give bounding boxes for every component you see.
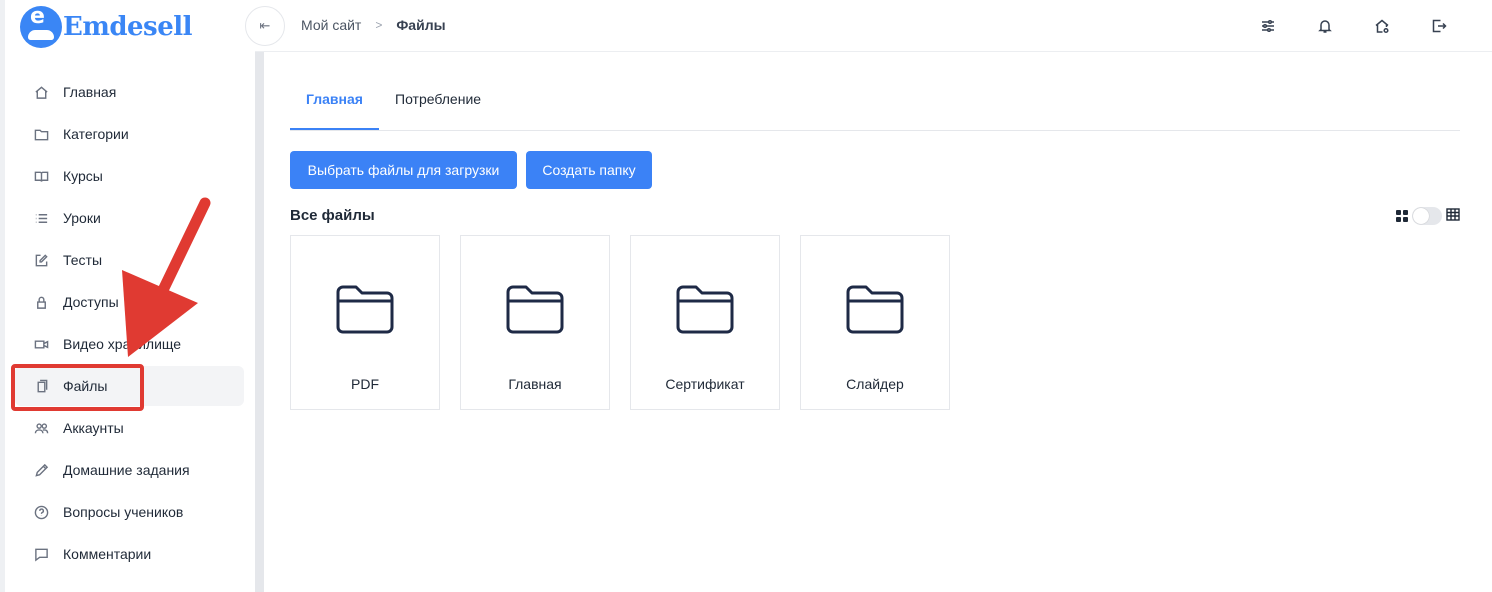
sidebar-item-label: Тесты [63,252,103,268]
bell-icon[interactable] [1315,16,1335,36]
folder-card[interactable]: Главная [460,235,610,410]
folder-name: Слайдер [846,376,904,392]
list-icon [33,210,49,226]
home-icon [33,84,49,100]
folder-card[interactable]: Слайдер [800,235,950,410]
folder-icon [845,283,905,335]
tab-main[interactable]: Главная [306,91,363,107]
grid-view-icon[interactable] [1396,209,1408,222]
view-switch[interactable] [1412,206,1442,225]
edit-icon [33,252,49,268]
section-title: Все файлы [290,207,375,224]
create-folder-button[interactable]: Создать папку [526,151,652,189]
lock-icon [33,294,49,310]
sidebar-item-label: Категории [63,126,129,142]
sidebar-item-label: Главная [63,84,117,100]
folder-name: PDF [351,376,379,392]
active-tab-indicator [290,128,379,130]
pencil-icon [33,462,49,478]
sidebar-item-home[interactable]: Главная [15,72,244,112]
folder-icon [33,126,49,142]
folder-card[interactable]: PDF [290,235,440,410]
folder-icon [335,283,395,335]
brand-logo[interactable]: e Emdesell [20,4,192,48]
sidebar-scrollbar[interactable] [255,52,264,592]
sidebar-item-label: Уроки [63,210,101,226]
collapse-left-icon: ⇤ [259,18,271,34]
home-settings-icon[interactable] [1372,16,1392,36]
view-toggle [1396,206,1460,225]
sliders-icon[interactable] [1258,16,1278,36]
sidebar-item-homework[interactable]: Домашние задания [15,450,244,490]
sidebar-item-courses[interactable]: Курсы [15,156,244,196]
sidebar-item-comments[interactable]: Комментарии [15,534,244,574]
sidebar-item-label: Комментарии [63,546,152,562]
breadcrumb-separator: > [375,18,383,32]
breadcrumb-parent-link[interactable]: Мой сайт [301,17,361,33]
upload-files-button[interactable]: Выбрать файлы для загрузки [290,151,517,189]
breadcrumb: Мой сайт > Файлы [301,17,446,33]
folder-card[interactable]: Сертификат [630,235,780,410]
folder-name: Главная [508,376,562,392]
folder-grid: PDF Главная Сертификат Слайдер [290,235,970,410]
brand-name: Emdesell [63,12,192,42]
question-icon [33,504,49,520]
logo-icon: e [20,4,62,48]
sidebar-item-student-questions[interactable]: Вопросы учеников [15,492,244,532]
folder-icon [505,283,565,335]
sidebar-item-accounts[interactable]: Аккаунты [15,408,244,448]
users-icon [33,420,49,436]
folder-icon [675,283,735,335]
folder-name: Сертификат [665,376,745,392]
breadcrumb-current: Файлы [396,17,446,33]
annotation-highlight-box [11,364,144,411]
tab-consumption[interactable]: Потребление [395,91,481,107]
top-header: ⇤ Мой сайт > Файлы [245,0,1492,52]
tab-bar: Главная Потребление [290,82,1460,131]
logout-icon[interactable] [1429,16,1449,36]
table-view-icon[interactable] [1446,206,1460,225]
book-icon [33,168,49,184]
annotation-arrow [122,197,211,357]
sidebar-item-categories[interactable]: Категории [15,114,244,154]
sidebar-item-label: Курсы [63,168,103,184]
sidebar-item-label: Вопросы учеников [63,504,184,520]
sidebar-item-label: Домашние задания [63,462,190,478]
sidebar-item-label: Аккаунты [63,420,124,436]
video-icon [33,336,49,352]
collapse-sidebar-button[interactable]: ⇤ [245,6,285,46]
comment-icon [33,546,49,562]
